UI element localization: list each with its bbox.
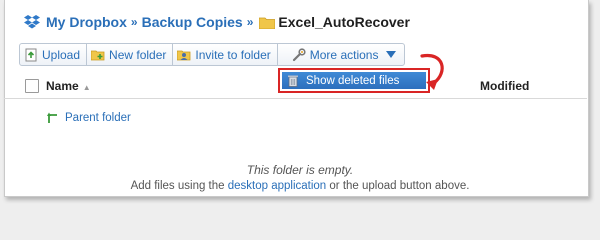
- breadcrumb-backup-copies[interactable]: Backup Copies: [142, 14, 243, 30]
- parent-folder-label: Parent folder: [65, 112, 131, 124]
- breadcrumb-separator: »: [130, 15, 138, 29]
- empty-folder-message: This folder is empty.: [246, 163, 354, 177]
- empty-hint-text-end: or the upload button above.: [326, 180, 470, 192]
- modified-column-header[interactable]: Modified: [480, 79, 529, 93]
- name-column-label: Name: [46, 79, 79, 93]
- desktop-application-link[interactable]: desktop application: [228, 180, 326, 192]
- more-actions-label: More actions: [309, 47, 379, 62]
- breadcrumb-my-dropbox[interactable]: My Dropbox: [46, 14, 127, 30]
- folder-icon: [259, 16, 276, 29]
- invite-to-folder-button[interactable]: Invite to folder: [172, 43, 278, 66]
- dropbox-icon: [24, 15, 40, 29]
- breadcrumb: My Dropbox » Backup Copies » Excel_AutoR…: [24, 12, 410, 32]
- empty-hint-text-start: Add files using the: [130, 180, 228, 192]
- trash-icon: [286, 74, 300, 87]
- breadcrumb-separator: »: [246, 15, 254, 29]
- breadcrumb-current-folder: Excel_AutoRecover: [278, 14, 410, 30]
- new-folder-label: New folder: [109, 47, 167, 62]
- upload-icon: [24, 48, 38, 62]
- select-all-checkbox[interactable]: [25, 79, 39, 93]
- shared-folder-icon: [176, 48, 191, 62]
- up-arrow-icon: [46, 111, 60, 125]
- parent-folder-link[interactable]: Parent folder: [46, 111, 131, 125]
- invite-to-folder-label: Invite to folder: [195, 47, 271, 62]
- show-deleted-files-label: Show deleted files: [306, 74, 400, 87]
- sort-up-icon: ▲: [82, 83, 91, 92]
- wrench-icon: [292, 47, 306, 62]
- more-actions-button[interactable]: More actions: [276, 43, 406, 66]
- upload-label: Upload: [42, 47, 81, 62]
- new-folder-icon: [90, 48, 105, 62]
- empty-folder-hint: Add files using the desktop application …: [0, 180, 600, 192]
- upload-button[interactable]: Upload: [19, 43, 88, 66]
- new-folder-button[interactable]: New folder: [86, 43, 174, 66]
- callout-arrow-icon: [420, 53, 444, 90]
- chevron-down-icon: [386, 51, 397, 58]
- name-column-header[interactable]: Name ▲: [46, 79, 91, 93]
- toolbar: Upload New folder Invite to folder More …: [19, 43, 406, 66]
